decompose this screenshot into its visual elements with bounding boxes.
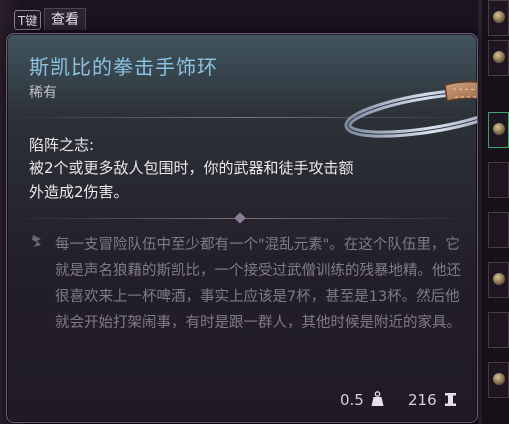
inspect-tab[interactable]: 查看 bbox=[44, 8, 86, 30]
inventory-slot[interactable] bbox=[488, 212, 509, 248]
inventory-slot[interactable] bbox=[488, 162, 509, 198]
inventory-slot[interactable] bbox=[488, 40, 509, 76]
inventory-slot[interactable] bbox=[488, 262, 509, 298]
weight-icon bbox=[371, 391, 384, 406]
inventory-slot[interactable] bbox=[488, 112, 509, 148]
game-scene: T键 查看 斯凯比的拳击手饰环 稀有 陷阵之志: 被2个或更多敌人包围时，你的武… bbox=[0, 0, 509, 424]
section-divider bbox=[7, 212, 477, 224]
passive-description: 被2个或更多敌人包围时，你的武器和徒手攻击额外造成2伤害。 bbox=[29, 159, 354, 201]
quill-icon bbox=[32, 235, 41, 247]
gold-coin-icon bbox=[445, 393, 456, 406]
lore-text: 每一支冒险队伍中至少都有一个"混乱元素"。在这个队伍里，它就是声名狼藉的斯凯比，… bbox=[55, 237, 461, 331]
passive-name: 陷阵之志: bbox=[29, 136, 95, 154]
item-tooltip: 斯凯比的拳击手饰环 稀有 陷阵之志: 被2个或更多敌人包围时，你的武器和徒手攻击… bbox=[6, 33, 478, 423]
item-name: 斯凯比的拳击手饰环 bbox=[29, 55, 218, 79]
header-divider bbox=[7, 117, 477, 118]
inventory-slot[interactable] bbox=[488, 362, 509, 398]
weight-value: 0.5 bbox=[340, 391, 364, 409]
inventory-slot[interactable] bbox=[488, 312, 509, 348]
price-value: 216 bbox=[408, 391, 437, 409]
hotkey-badge: T键 bbox=[14, 10, 42, 30]
item-rarity: 稀有 bbox=[29, 85, 57, 101]
ring-image bbox=[344, 81, 477, 138]
inventory-slot[interactable] bbox=[488, 0, 509, 36]
item-footer: 0.5 216 bbox=[7, 378, 477, 422]
divider-ornament bbox=[234, 212, 246, 224]
